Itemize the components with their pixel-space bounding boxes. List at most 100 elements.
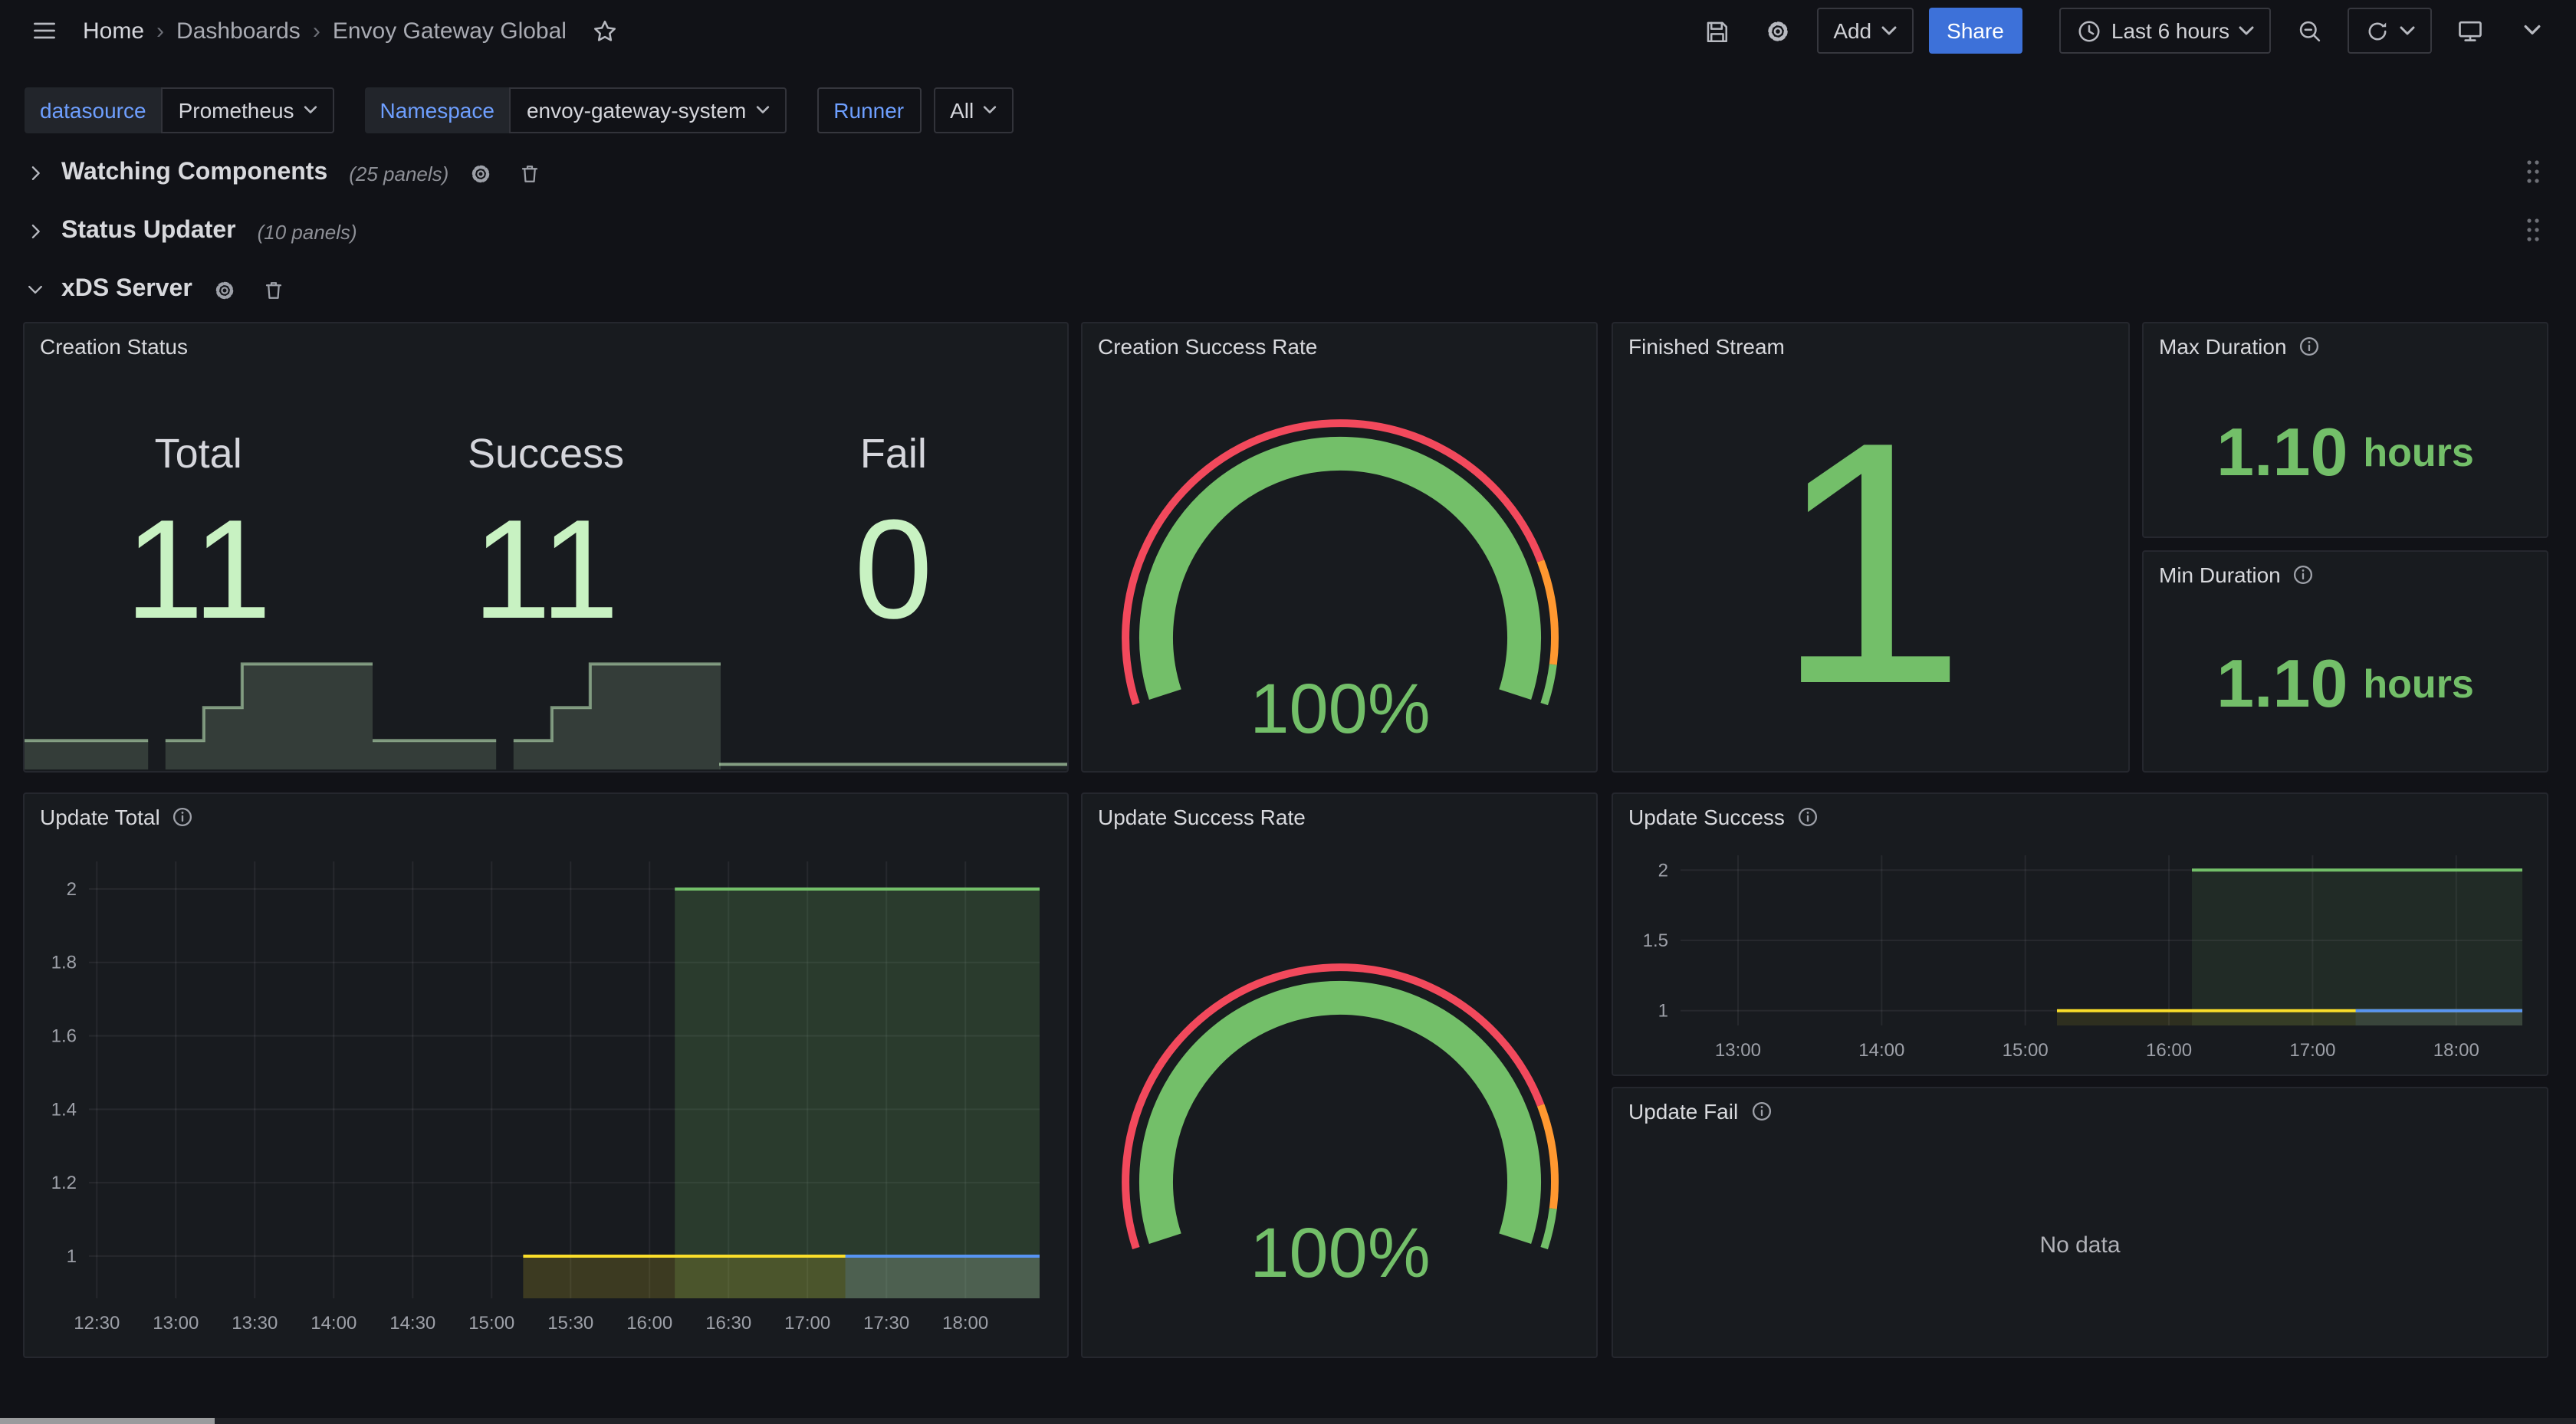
chevron-right-icon: [25, 221, 46, 242]
refresh-button[interactable]: [2348, 8, 2432, 54]
gear-icon: [213, 278, 236, 301]
panel-title-finished-stream[interactable]: Finished Stream: [1613, 323, 2128, 369]
save-dashboard-button[interactable]: [1694, 8, 1740, 54]
dashboard-row-status-updater[interactable]: Status Updater (10 panels): [25, 210, 2551, 253]
svg-text:14:00: 14:00: [310, 1313, 356, 1334]
dashboard-settings-button[interactable]: [1755, 8, 1801, 54]
tv-mode-button[interactable]: [2447, 8, 2493, 54]
panel-finished-stream: Finished Stream 1: [1612, 322, 2130, 773]
dashboard-row-xds-server[interactable]: xDS Server: [25, 268, 2551, 311]
variable-select-datasource[interactable]: Prometheus: [162, 87, 334, 133]
update-total-chart[interactable]: 12:3013:0013:3014:0014:3015:0015:3016:00…: [25, 840, 1067, 1353]
row-drag-handle[interactable]: [2524, 158, 2542, 193]
svg-text:2: 2: [67, 879, 77, 900]
duration-unit: hours: [2363, 661, 2473, 708]
horizontal-scrollbar-track[interactable]: [0, 1418, 2576, 1424]
toolbar-expand-caret[interactable]: [2509, 8, 2555, 54]
svg-text:1.4: 1.4: [51, 1099, 77, 1120]
add-button-label: Add: [1833, 18, 1871, 43]
svg-text:18:00: 18:00: [2433, 1040, 2479, 1061]
panel-creation-status: Creation Status Total 11 Success 11 Fail…: [23, 322, 1069, 773]
row-panel-count: (10 panels): [258, 220, 357, 243]
panel-title-text: Min Duration: [2159, 563, 2281, 587]
top-navigation-bar: Home › Dashboards › Envoy Gateway Global…: [0, 0, 2576, 61]
variable-select-runner[interactable]: All: [933, 87, 1014, 133]
breadcrumb-dashboards[interactable]: Dashboards: [176, 18, 301, 44]
svg-text:17:30: 17:30: [863, 1313, 909, 1334]
chevron-down-icon: [983, 106, 997, 115]
panel-title-min-duration[interactable]: Min Duration: [2144, 552, 2547, 598]
variable-select-namespace[interactable]: envoy-gateway-system: [510, 87, 786, 133]
panel-title-text: Update Success: [1628, 805, 1785, 829]
duration-value: 1.10: [2216, 651, 2348, 718]
svg-text:1.2: 1.2: [51, 1173, 77, 1193]
clock-icon: [2076, 18, 2102, 44]
gauge-value-text: 100%: [1249, 670, 1429, 748]
panel-title-creation-status[interactable]: Creation Status: [25, 323, 1067, 369]
update-success-chart[interactable]: 13:0014:0015:0016:0017:0018:0011.52: [1613, 837, 2547, 1071]
share-button[interactable]: Share: [1928, 8, 2022, 54]
panel-title-update-success-rate[interactable]: Update Success Rate: [1083, 794, 1596, 840]
sparkline-success: [372, 638, 719, 769]
stat-value: 11: [473, 500, 619, 641]
favorite-star-button[interactable]: [582, 8, 628, 54]
row-delete-button[interactable]: [513, 156, 547, 190]
panel-title-creation-success-rate[interactable]: Creation Success Rate: [1083, 323, 1596, 369]
variable-value-namespace: envoy-gateway-system: [527, 98, 746, 123]
panel-max-duration: Max Duration 1.10 hours: [2142, 322, 2548, 538]
chevron-down-icon: [1881, 25, 1896, 36]
stat-label: Success: [468, 431, 624, 478]
svg-text:17:00: 17:00: [784, 1313, 830, 1334]
row-delete-button[interactable]: [257, 273, 291, 307]
breadcrumb-home[interactable]: Home: [83, 18, 144, 44]
dashboard-row-watching-components[interactable]: Watching Components (25 panels): [25, 152, 2551, 195]
save-icon: [1704, 18, 1730, 44]
menu-toggle-button[interactable]: [21, 8, 67, 54]
chevron-down-icon: [304, 106, 317, 115]
horizontal-scrollbar-thumb[interactable]: [0, 1418, 215, 1424]
panel-title-update-success[interactable]: Update Success: [1613, 794, 2547, 840]
panel-title-max-duration[interactable]: Max Duration: [2144, 323, 2547, 369]
gauge-value-text: 100%: [1249, 1214, 1429, 1292]
svg-text:18:00: 18:00: [942, 1313, 988, 1334]
no-data-message: No data: [1613, 1134, 2547, 1357]
info-icon[interactable]: [172, 806, 194, 828]
panel-update-success-rate: Update Success Rate 100%: [1081, 792, 1598, 1358]
svg-text:15:00: 15:00: [2003, 1040, 2049, 1061]
info-icon[interactable]: [2299, 336, 2321, 357]
svg-text:1: 1: [1658, 1001, 1668, 1022]
svg-text:2: 2: [1658, 860, 1668, 881]
chevron-down-icon: [25, 279, 46, 300]
sparkline-fail: [720, 638, 1067, 769]
sparkline-total: [25, 638, 372, 769]
trash-icon: [518, 162, 541, 185]
info-icon[interactable]: [1797, 806, 1819, 828]
row-panel-count: (25 panels): [349, 162, 449, 185]
panel-title-update-total[interactable]: Update Total: [25, 794, 1067, 840]
zoom-out-icon: [2296, 18, 2322, 44]
share-button-label: Share: [1947, 18, 2004, 43]
time-range-picker[interactable]: Last 6 hours: [2059, 8, 2271, 54]
svg-text:13:00: 13:00: [1715, 1040, 1761, 1061]
row-settings-button[interactable]: [464, 156, 498, 190]
panel-title-text: Creation Success Rate: [1098, 334, 1317, 359]
panel-title-update-fail[interactable]: Update Fail: [1613, 1088, 2547, 1134]
add-button[interactable]: Add: [1816, 8, 1913, 54]
row-drag-handle[interactable]: [2524, 216, 2542, 251]
svg-text:16:00: 16:00: [626, 1313, 672, 1334]
time-zoom-out-button[interactable]: [2286, 8, 2332, 54]
chevron-down-icon: [2400, 25, 2415, 36]
duration-unit: hours: [2363, 429, 2473, 477]
variable-label-namespace: Namespace: [365, 87, 510, 133]
panel-title-text: Update Fail: [1628, 1099, 1738, 1124]
max-duration-stat: 1.10 hours: [2144, 369, 2547, 536]
info-icon[interactable]: [1750, 1101, 1772, 1122]
panel-update-success: Update Success 13:0014:0015:0016:0017:00…: [1612, 792, 2548, 1076]
info-icon[interactable]: [2293, 564, 2315, 586]
svg-text:1.8: 1.8: [51, 953, 77, 973]
row-title: xDS Server: [61, 276, 192, 304]
chevron-down-icon: [755, 106, 769, 115]
svg-text:12:30: 12:30: [74, 1313, 120, 1334]
row-settings-button[interactable]: [208, 273, 242, 307]
variable-value-datasource: Prometheus: [179, 98, 294, 123]
